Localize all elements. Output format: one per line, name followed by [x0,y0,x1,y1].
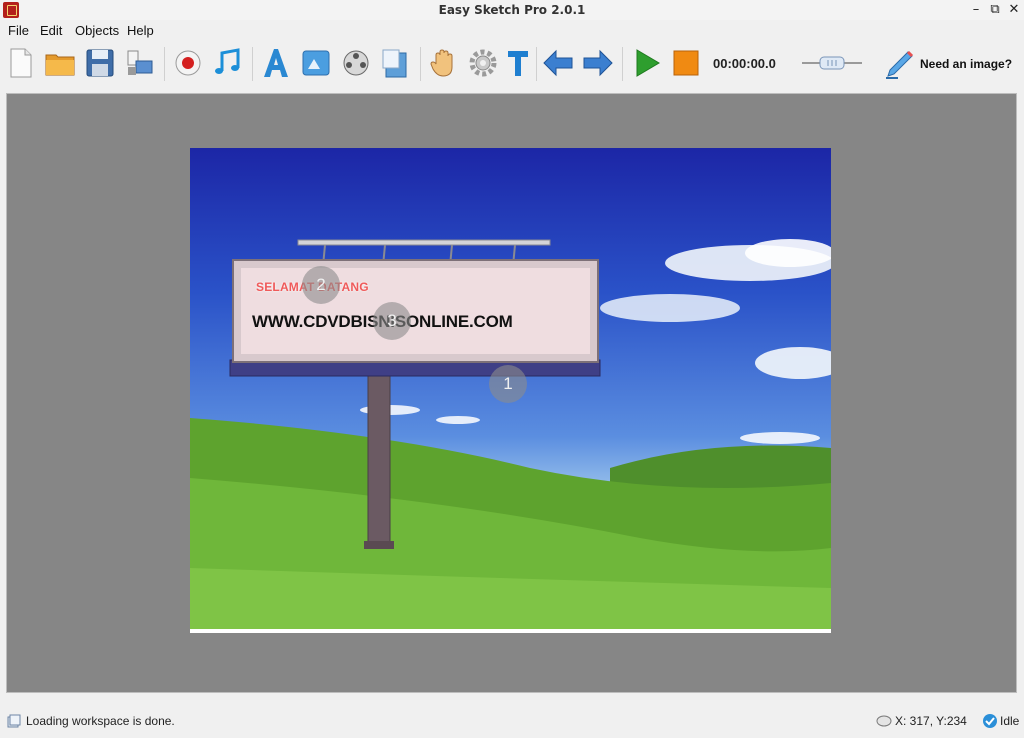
toolbar: 00:00:00.0 Need an image? [0,41,1024,91]
toolbar-separator [164,47,165,81]
toolbar-separator [252,47,253,81]
paste-image-icon[interactable] [380,47,412,79]
arrow-right-icon[interactable] [582,47,614,79]
hand-icon[interactable] [427,47,459,79]
close-button[interactable]: ✕ [1004,1,1024,19]
menu-edit[interactable]: Edit [40,23,62,38]
window-title: Easy Sketch Pro 2.0.1 [438,3,586,17]
menu-objects[interactable]: Objects [75,23,119,38]
need-image-label: Need an image? [920,57,1013,71]
play-icon[interactable] [631,47,663,79]
timer-display: 00:00:00.0 [713,56,776,71]
open-folder-icon[interactable] [44,47,76,79]
toolbar-separator [420,47,421,81]
cursor-coordinates: X: 317, Y:234 [895,714,967,728]
status-message: Loading workspace is done. [26,714,175,728]
new-file-icon[interactable] [5,47,37,79]
arrow-left-icon[interactable] [542,47,574,79]
status-bar: Loading workspace is done. X: 317, Y:234… [0,707,1024,738]
title-bar: Easy Sketch Pro 2.0.1 – ⧉ ✕ [0,0,1024,20]
mouse-icon [876,715,892,727]
settings-gear-icon[interactable] [467,47,499,79]
sequence-marker-3[interactable]: 3 [373,302,411,340]
menu-file[interactable]: File [8,23,29,38]
video-reel-icon[interactable] [340,47,372,79]
record-icon[interactable] [172,47,204,79]
export-icon[interactable] [124,47,156,79]
sequence-marker-1[interactable]: 1 [489,365,527,403]
stop-icon[interactable] [670,47,702,79]
text-tool-icon[interactable] [260,47,292,79]
save-icon[interactable] [84,47,116,79]
canvas-page[interactable]: SELAMAT DATANG WWW.CDVDBISNISONLINE.COM … [190,148,831,633]
workspace[interactable]: SELAMAT DATANG WWW.CDVDBISNISONLINE.COM … [6,93,1017,693]
sequence-marker-2[interactable]: 2 [302,266,340,304]
toolbar-separator [536,47,537,81]
menu-bar: File Edit Objects Help [0,20,1024,41]
status-state: Idle [1000,714,1020,728]
menu-help[interactable]: Help [127,23,154,38]
minimize-button[interactable]: – [966,1,986,19]
idle-check-icon [983,714,997,728]
music-icon[interactable] [212,47,244,79]
restore-button[interactable]: ⧉ [985,1,1005,19]
workspace-status-icon [7,714,21,728]
toolbar-separator [622,47,623,81]
billboard-scene-image: SELAMAT DATANG WWW.CDVDBISNISONLINE.COM … [190,148,831,629]
image-search-icon [886,50,914,79]
speed-slider[interactable] [800,55,864,71]
image-insert-icon[interactable] [300,47,332,79]
type-tool-icon[interactable] [502,47,534,79]
